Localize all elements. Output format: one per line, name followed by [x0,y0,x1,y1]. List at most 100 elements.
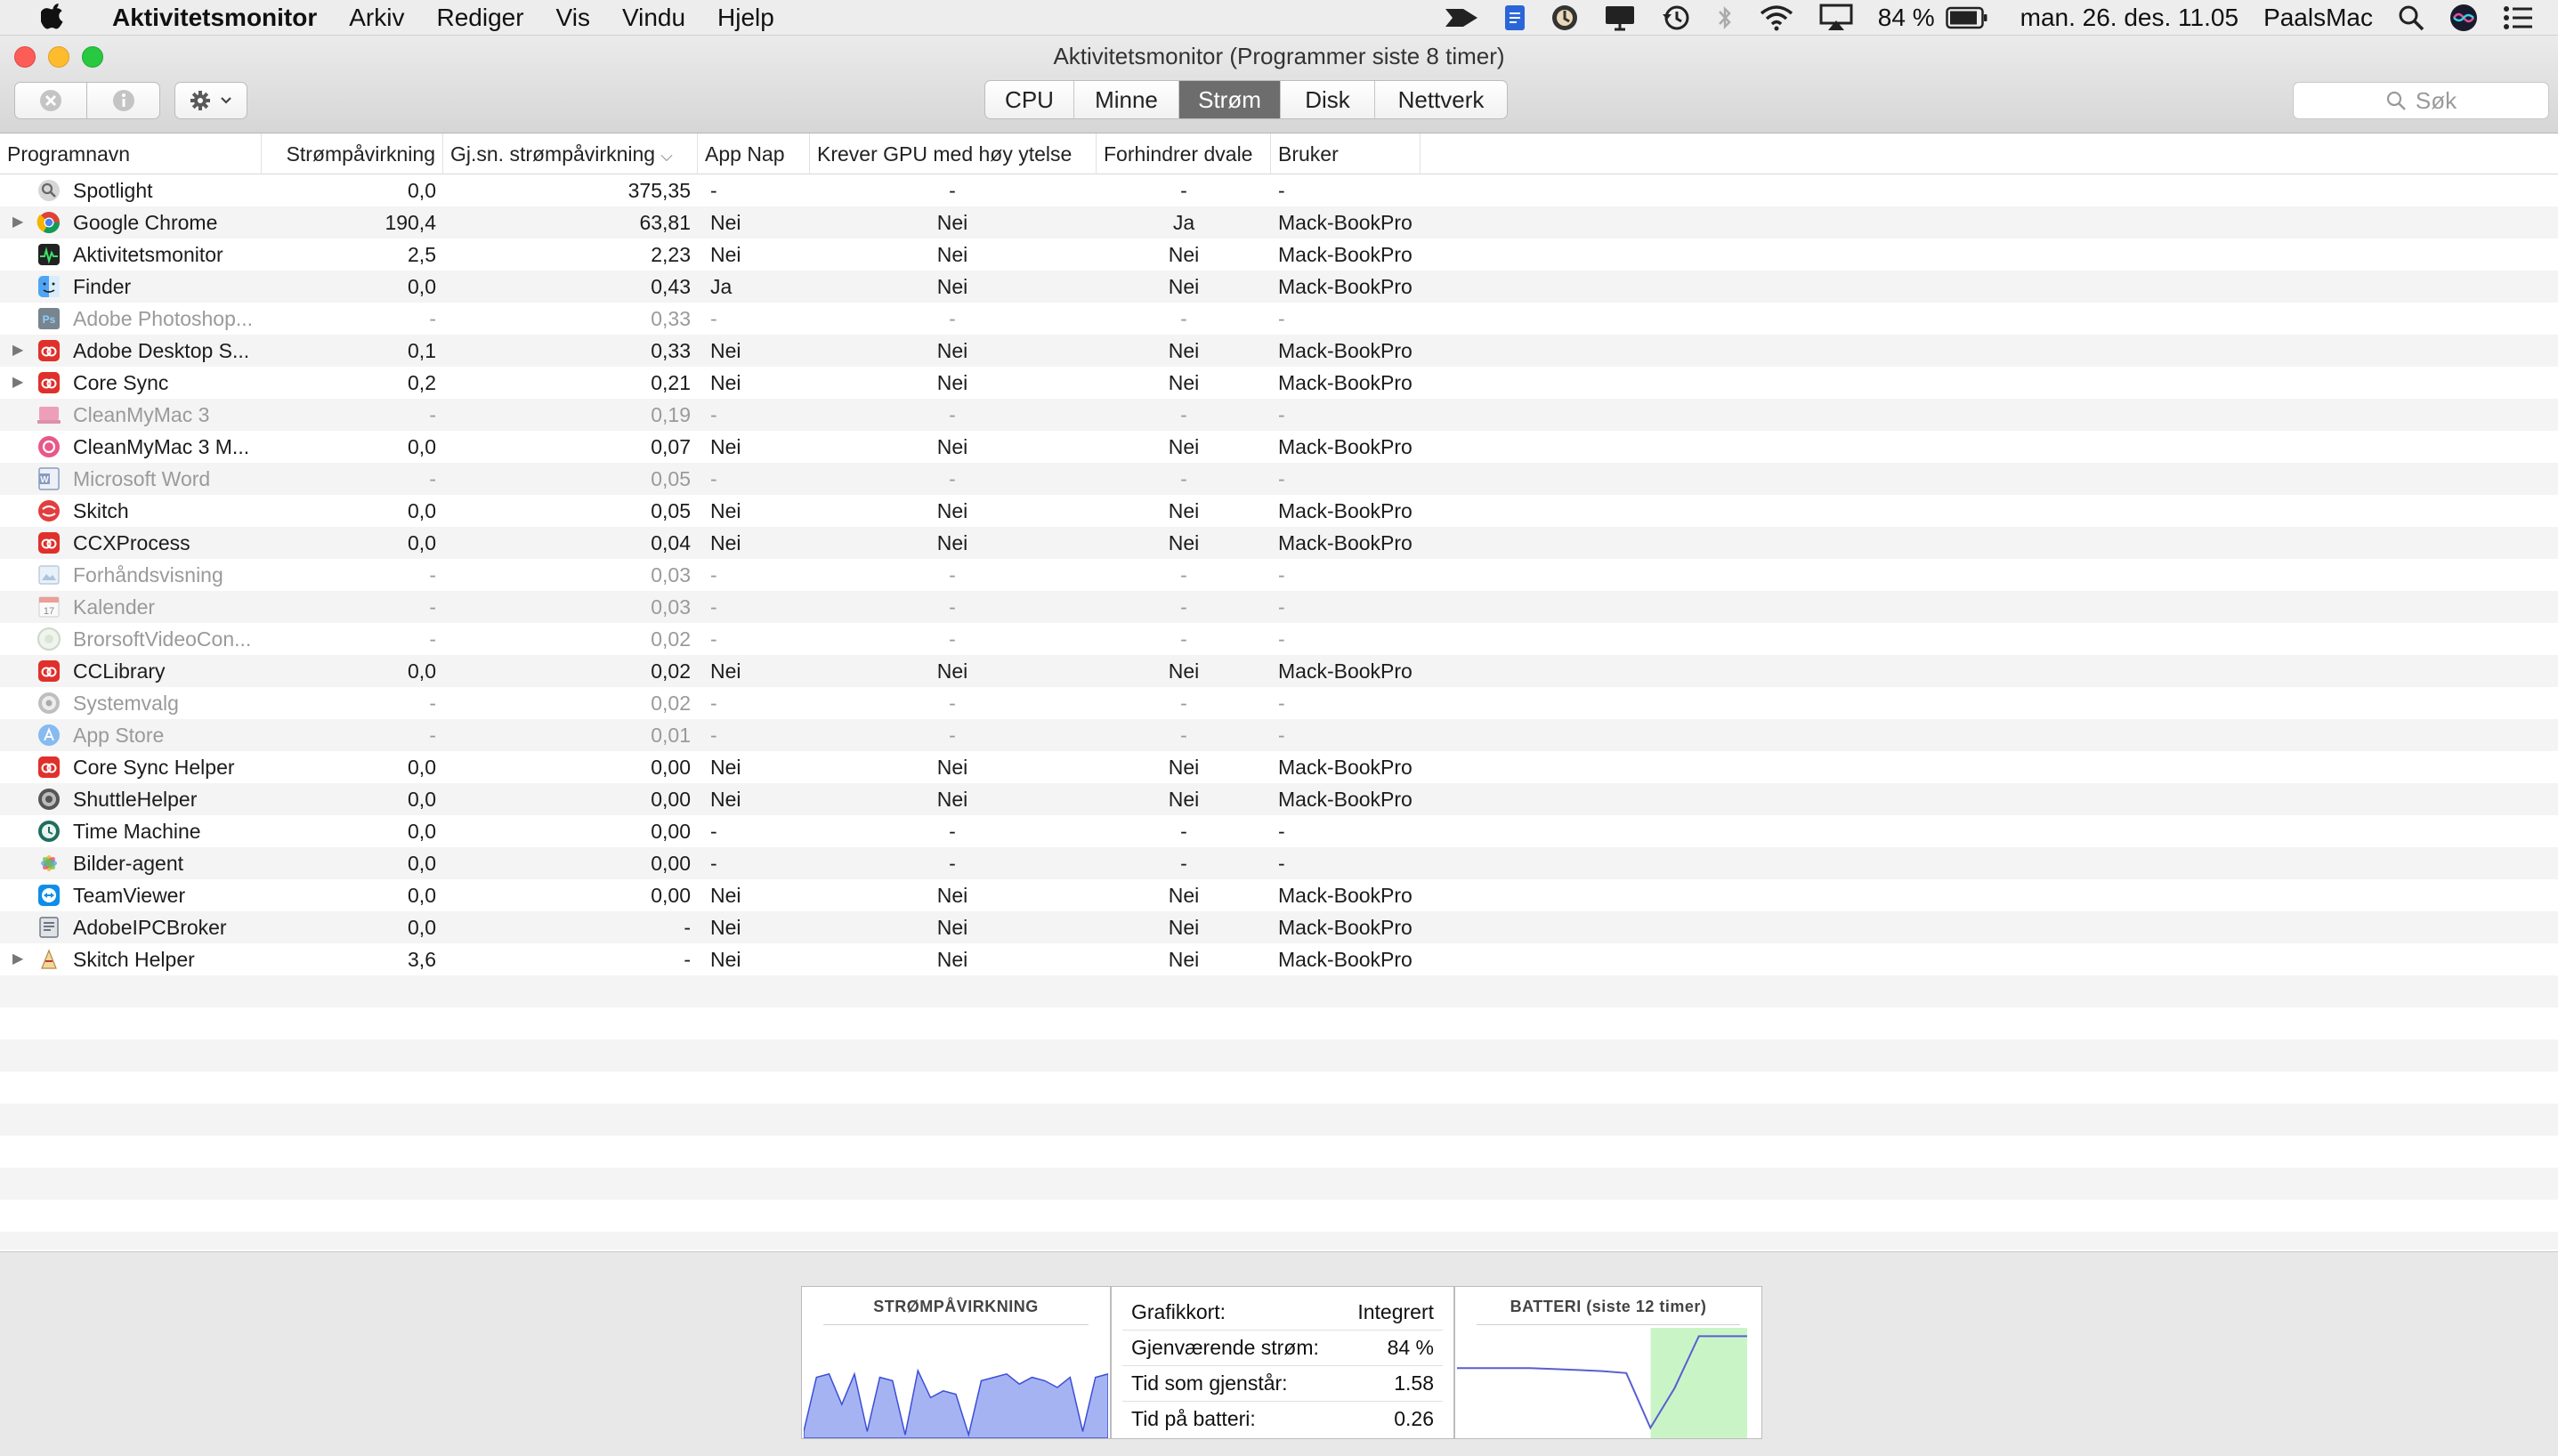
inspect-process-button[interactable] [87,82,160,119]
avg-energy-value: 2,23 [651,243,691,266]
table-row[interactable]: BrorsoftVideoCon... -0,02- - - - [0,623,2558,655]
table-row[interactable]: Time Machine 0,0 0,00- - - - [0,815,2558,847]
app-nap-value: Nei [710,916,741,939]
prevent-sleep-value: Nei [1168,756,1200,779]
table-row[interactable]: TeamViewer 0,0 0,00 Nei Nei Nei Mack-BookPro [0,879,2558,911]
table-row[interactable]: ▶ Skitch Helper 3,6- Nei Nei Nei Mack-BookPro [0,943,2558,975]
table-row[interactable]: ▶ Google Chrome 190,4 63,81 Nei Nei Ja Mack-Boo… [0,206,2558,239]
stat-value: 84 % [1387,1335,1434,1359]
battery-percent[interactable]: 84 % [1878,4,1935,32]
column-gjsn-strompavirkning[interactable]: Gj.sn. strømpåvirkning ⌵ [443,133,698,174]
avg-energy-value: 0,02 [651,627,691,651]
table-row[interactable]: ShuttleHelper 0,0 0,00 Nei Nei Nei Mack-BookPr… [0,783,2558,815]
table-row[interactable]: Bilder-agent 0,0 0,00- - - - [0,847,2558,879]
tab-minne[interactable]: Minne [1074,81,1179,118]
disclosure-triangle-icon[interactable]: ▶ [12,943,27,975]
user-value: Mack-BookPro [1278,948,1413,971]
avg-energy-value: 0,33 [651,307,691,330]
avg-energy-value: 0,03 [651,595,691,619]
disclosure-triangle-icon[interactable]: ▶ [12,367,27,399]
gpu-value: - [949,820,956,843]
table-row[interactable]: Spotlight 0,0 375,35- - - - [0,174,2558,206]
table-row[interactable]: Systemvalg -0,02- - - - [0,687,2558,719]
apple-menu-icon[interactable] [36,0,71,36]
process-name: CleanMyMac 3 [73,403,210,426]
wifi-icon[interactable] [1759,4,1794,31]
table-row[interactable]: ▶ Adobe Desktop S... 0,1 0,33 Nei Nei Nei Mack-… [0,335,2558,367]
column-strompavirkning[interactable]: Strømpåvirkning [262,133,443,174]
stat-value: Integrert [1357,1299,1434,1323]
stop-process-button[interactable] [14,82,87,119]
column-bruker[interactable]: Bruker [1271,133,1421,174]
menu-hjelp[interactable]: Hjelp [717,4,774,32]
tab-cpu[interactable]: CPU [985,81,1074,118]
notification-center-icon[interactable] [2503,5,2533,30]
user-value: Mack-BookPro [1278,916,1413,939]
airplay-icon[interactable] [1819,4,1853,32]
spotlight-search-icon[interactable] [2398,4,2424,31]
column-app-nap[interactable]: App Nap [698,133,810,174]
prevent-sleep-value: Nei [1168,371,1200,394]
menu-arkiv[interactable]: Arkiv [349,4,404,32]
send-icon[interactable] [1444,5,1479,30]
table-row[interactable]: CleanMyMac 3-0,19- - - - [0,399,2558,431]
table-row[interactable]: Aktivitetsmonitor 2,5 2,23 Nei Nei Nei Mack-Bo… [0,239,2558,271]
column-krever-gpu[interactable]: Krever GPU med høy ytelse [810,133,1097,174]
menu-rediger[interactable]: Rediger [436,4,523,32]
menu-vis[interactable]: Vis [556,4,590,32]
table-row[interactable]: Forhåndsvisning -0,03- - - - [0,559,2558,591]
creative-cloud-icon [34,657,64,685]
prevent-sleep-value: Nei [1168,659,1200,683]
table-row[interactable]: Finder 0,0 0,43 Ja Nei Nei Mack-BookPro [0,271,2558,303]
siri-icon[interactable] [2449,4,2478,32]
tab-nettverk[interactable]: Nettverk [1375,81,1507,118]
app-nap-value: Nei [710,243,741,266]
prevent-sleep-value: - [1180,595,1187,619]
action-menu-button[interactable] [174,82,247,119]
energy-value: 0,0 [408,820,436,843]
process-name: Kalender [73,595,156,619]
tab-disk[interactable]: Disk [1281,81,1375,118]
computer-name[interactable]: PaalsMac [2263,4,2373,32]
app-status-icon[interactable] [1550,4,1579,32]
search-field[interactable]: Søk [2293,82,2549,119]
table-row[interactable]: 17 Kalender -0,03- - - - [0,591,2558,623]
document-icon[interactable] [1504,4,1526,31]
bluetooth-icon[interactable] [1716,4,1734,32]
table-row[interactable]: Ps Adobe Photoshop... -0,33- - - - [0,303,2558,335]
app-nap-value: - [710,820,717,843]
table-row[interactable]: Core Sync Helper 0,0 0,00 Nei Nei Nei Mack-Boo… [0,751,2558,783]
user-value: Mack-BookPro [1278,756,1413,779]
clock[interactable]: man. 26. des. 11.05 [2020,4,2238,32]
tab-strom[interactable]: Strøm [1179,81,1281,118]
chevron-down-icon [221,97,231,104]
app-nap-value: Nei [710,948,741,971]
search-placeholder: Søk [2415,86,2457,114]
table-row[interactable]: CCXProcess 0,0 0,04 Nei Nei Nei Mack-BookPro [0,527,2558,559]
table-row[interactable]: Skitch 0,0 0,05 Nei Nei Nei Mack-BookPro [0,495,2558,527]
table-row[interactable]: App Store -0,01- - - - [0,719,2558,751]
column-programnavn[interactable]: Programnavn [0,133,262,174]
menu-vindu[interactable]: Vindu [622,4,685,32]
table-row[interactable]: ▶ Core Sync 0,2 0,21 Nei Nei Nei Mack-BookPro [0,367,2558,399]
menu-app-name[interactable]: Aktivitetsmonitor [112,4,317,32]
disclosure-triangle-icon[interactable]: ▶ [12,335,27,367]
display-icon[interactable] [1604,4,1636,31]
skitch-icon [34,497,64,525]
battery-icon[interactable] [1945,6,1988,29]
process-name: Bilder-agent [73,852,184,875]
column-label: Forhindrer dvale [1104,142,1253,166]
table-row[interactable]: W Microsoft Word -0,05- - - - [0,463,2558,495]
column-forhindrer-dvale[interactable]: Forhindrer dvale [1097,133,1271,174]
disclosure-triangle-icon[interactable]: ▶ [12,206,27,239]
avg-energy-value: 375,35 [627,179,691,202]
table-row[interactable]: CCLibrary 0,0 0,02 Nei Nei Nei Mack-BookPro [0,655,2558,687]
time-machine-status-icon[interactable] [1661,4,1691,32]
prevent-sleep-value: Nei [1168,243,1200,266]
app-store-icon [34,721,64,749]
gpu-value: Nei [936,499,968,522]
table-row[interactable]: CleanMyMac 3 M... 0,0 0,07 Nei Nei Nei Mack-Bo… [0,431,2558,463]
table-row[interactable]: AdobeIPCBroker 0,0- Nei Nei Nei Mack-BookPro [0,911,2558,943]
energy-value: 0,0 [408,275,436,298]
stat-label: Grafikkort: [1131,1299,1226,1323]
